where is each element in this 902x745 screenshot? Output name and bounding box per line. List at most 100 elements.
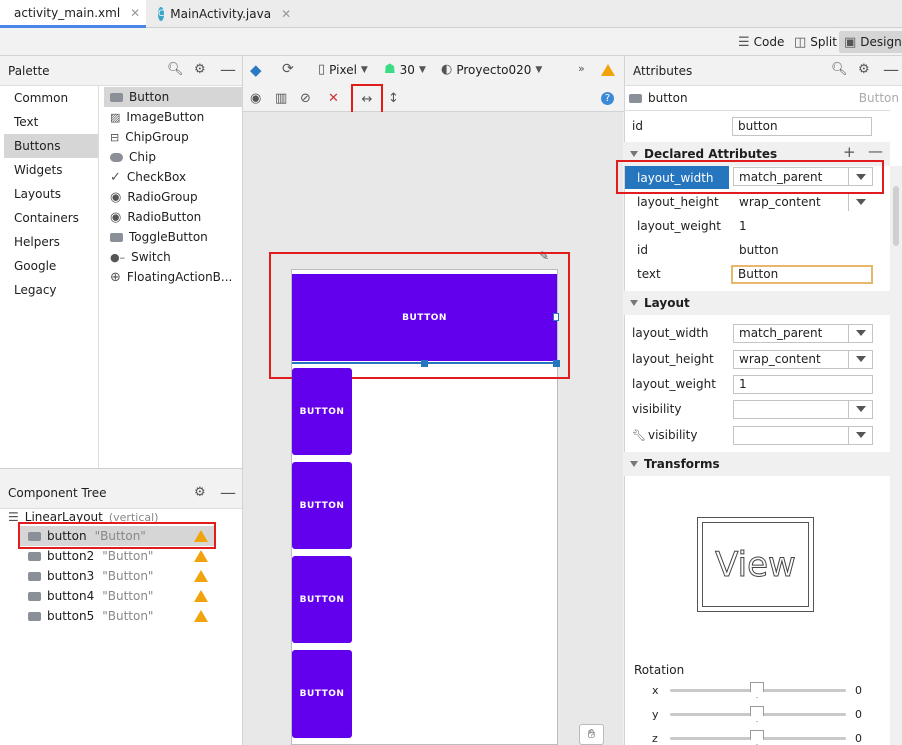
search-icon[interactable]: 🔍︎ — [167, 62, 184, 77]
palette-item-button[interactable]: Button — [104, 87, 244, 107]
declared-value-layout-height[interactable]: wrap_content — [733, 193, 873, 212]
rotation-value: 0 — [855, 732, 862, 745]
tree-node-button4[interactable]: button4 "Button" — [18, 586, 214, 606]
split-mode-button[interactable]: ◫ Split — [789, 31, 842, 53]
minimize-icon[interactable]: — — [220, 483, 236, 502]
expand-horizontal-button[interactable]: ↔ — [353, 86, 381, 113]
clear-constraints-icon[interactable]: ✕ — [328, 91, 339, 106]
palette-category-widgets[interactable]: Widgets — [4, 158, 98, 182]
declared-value-text[interactable]: Button — [731, 264, 873, 284]
declared-value-layout-width[interactable]: match_parent — [733, 167, 873, 186]
preview-button-2[interactable]: BUTTON — [292, 368, 352, 455]
remove-icon[interactable]: — — [868, 142, 883, 160]
id-input[interactable]: button — [732, 116, 872, 136]
api-label: 30 — [399, 62, 415, 77]
tab-activity-main[interactable]: activity_main.xml ✕ — [0, 0, 146, 28]
palette-item-fab[interactable]: ⊕ FloatingActionB... — [104, 267, 244, 287]
palette-category-common[interactable]: Common — [4, 86, 98, 110]
palette-item-togglebutton[interactable]: ToggleButton — [104, 227, 244, 247]
search-icon[interactable]: 🔍︎ — [831, 62, 848, 77]
attr-key: layout_height — [632, 352, 714, 366]
warning-icon[interactable] — [194, 550, 208, 562]
layers-icon[interactable]: ◆ — [250, 61, 262, 79]
resize-handle[interactable] — [421, 360, 428, 367]
dropdown-arrow-icon[interactable] — [848, 193, 872, 211]
help-icon[interactable]: ? — [601, 92, 614, 105]
dropdown-arrow-icon[interactable] — [848, 168, 872, 185]
collapse-triangle-icon — [630, 461, 638, 467]
palette-item-chipgroup[interactable]: ⊟ ChipGroup — [104, 127, 244, 147]
scrollbar-thumb[interactable] — [893, 186, 899, 246]
overflow-icon[interactable]: » — [578, 62, 585, 75]
gear-icon[interactable]: ⚙ — [194, 62, 206, 77]
palette-category-google[interactable]: Google — [4, 254, 98, 278]
declared-key-layout-width[interactable]: layout_width — [625, 166, 729, 189]
design-mode-button[interactable]: ▣ Design — [839, 31, 902, 53]
theme-dropdown[interactable]: ◐ Proyecto020 ▼ — [441, 62, 542, 77]
attributes-scrollbar[interactable] — [890, 166, 902, 745]
warning-icon[interactable] — [194, 590, 208, 602]
declared-value-id[interactable]: button — [733, 240, 873, 260]
tree-root-linearlayout[interactable]: ☰ LinearLayout (vertical) — [8, 507, 158, 527]
preview-button-4[interactable]: BUTTON — [292, 556, 352, 643]
palette-item-imagebutton[interactable]: ▨ ImageButton — [104, 107, 244, 127]
palette-category-legacy[interactable]: Legacy — [4, 278, 98, 302]
preview-button-3[interactable]: BUTTON — [292, 462, 352, 549]
palette-item-switch[interactable]: ●– Switch — [104, 247, 244, 267]
close-icon[interactable]: ✕ — [281, 7, 291, 21]
preview-button-5[interactable]: BUTTON — [292, 650, 352, 738]
layout-width-select[interactable]: match_parent — [733, 323, 873, 343]
dropdown-arrow-icon[interactable] — [848, 426, 872, 444]
orientation-icon[interactable]: ⟳ — [282, 61, 294, 77]
warning-icon[interactable] — [194, 610, 208, 622]
tree-node-button2[interactable]: button2 "Button" — [18, 546, 214, 566]
code-mode-button[interactable]: ☰ Code — [733, 31, 789, 53]
minimize-icon[interactable]: — — [220, 60, 236, 79]
minimize-icon[interactable]: — — [883, 60, 899, 79]
layout-height-select[interactable]: wrap_content — [733, 349, 873, 369]
tree-node-button3[interactable]: button3 "Button" — [18, 566, 214, 586]
device-dropdown[interactable]: ▯ Pixel ▼ — [318, 62, 368, 77]
component-type: Button — [858, 91, 899, 105]
dropdown-arrow-icon[interactable] — [848, 350, 872, 368]
palette-item-chip[interactable]: Chip — [104, 147, 244, 167]
resize-handle[interactable] — [553, 360, 560, 367]
close-icon[interactable]: ✕ — [130, 6, 140, 20]
palette-category-text[interactable]: Text — [4, 110, 98, 134]
palette-category-layouts[interactable]: Layouts — [4, 182, 98, 206]
layout-weight-input[interactable]: 1 — [733, 374, 873, 394]
api-dropdown[interactable]: ☗ 30 ▼ — [384, 62, 426, 77]
dropdown-arrow-icon[interactable] — [848, 324, 872, 342]
gear-icon[interactable]: ⚙ — [858, 62, 870, 77]
palette-item-checkbox[interactable]: ✓ CheckBox — [104, 167, 244, 187]
attr-value: wrap_content — [739, 195, 821, 209]
palette-category-containers[interactable]: Containers — [4, 206, 98, 230]
palette-item-radiogroup[interactable]: ◉ RadioGroup — [104, 187, 244, 207]
dropdown-arrow-icon[interactable] — [848, 400, 872, 418]
tree-node-button[interactable]: button "Button" — [18, 526, 214, 546]
tools-visibility-select[interactable] — [733, 425, 873, 445]
warning-icon[interactable] — [194, 530, 208, 542]
pan-button[interactable]: ✋︎ — [579, 724, 604, 745]
add-icon[interactable]: + — [843, 143, 856, 161]
eye-icon[interactable]: ◉ — [250, 91, 261, 106]
tree-node-name: button5 — [47, 609, 95, 623]
magnet-off-icon[interactable]: ⊘ — [300, 91, 311, 106]
tab-main-activity[interactable]: C MainActivity.java ✕ — [150, 0, 291, 28]
palette-category-buttons[interactable]: Buttons — [4, 134, 98, 158]
palette-category-helpers[interactable]: Helpers — [4, 230, 98, 254]
expand-vertical-icon[interactable]: ↕ — [388, 91, 399, 106]
warning-icon[interactable] — [194, 570, 208, 582]
visibility-select[interactable] — [733, 399, 873, 419]
tree-node-button5[interactable]: button5 "Button" — [18, 606, 214, 626]
palette-item-radiobutton[interactable]: ◉ RadioButton — [104, 207, 244, 227]
resize-handle[interactable] — [553, 313, 559, 321]
section-transforms[interactable]: Transforms — [624, 452, 890, 476]
checkmark-icon: ✓ — [110, 169, 121, 185]
warning-icon[interactable] — [601, 64, 615, 76]
blueprint-icon[interactable]: ▥ — [275, 91, 287, 106]
gear-icon[interactable]: ⚙ — [194, 485, 206, 500]
preview-button-1[interactable]: BUTTON — [292, 274, 557, 361]
section-layout[interactable]: Layout — [624, 291, 890, 315]
declared-value-layout-weight[interactable]: 1 — [733, 216, 873, 236]
